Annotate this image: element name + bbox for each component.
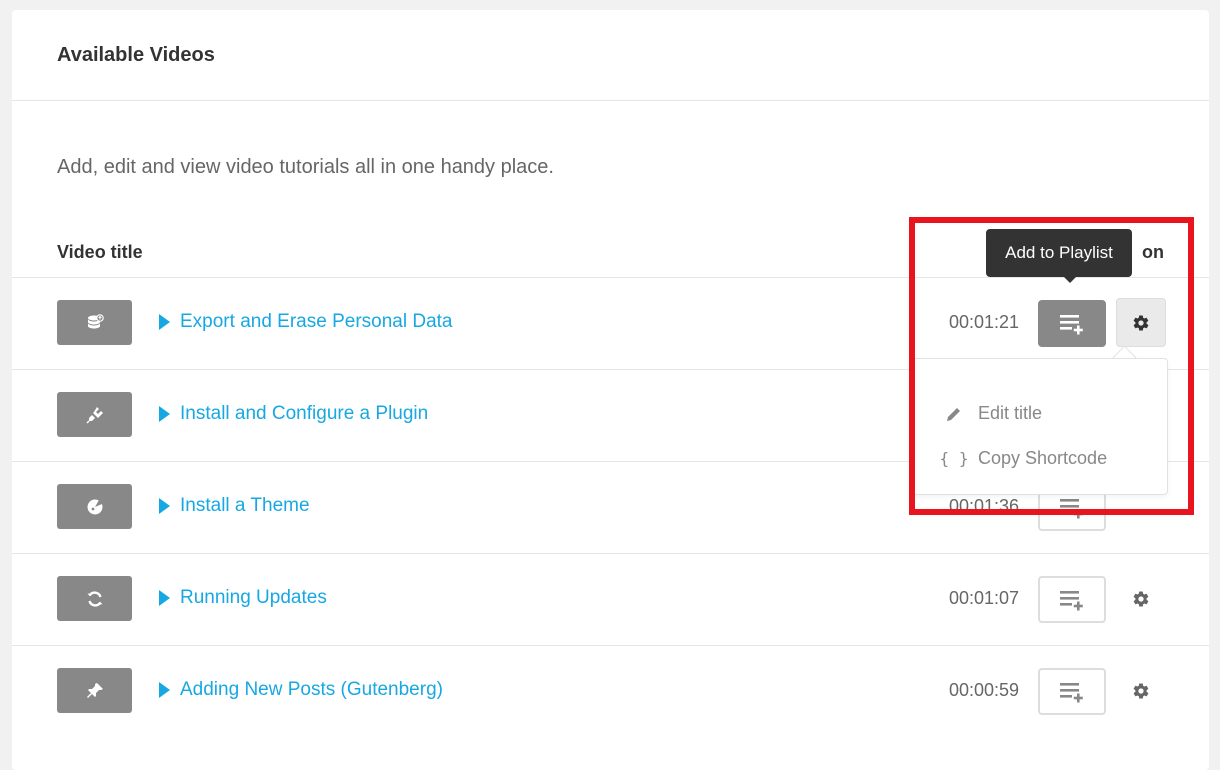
video-duration: 00:01:36: [949, 496, 1020, 516]
video-title-link[interactable]: Export and Erase Personal Data: [180, 311, 453, 333]
video-title-link[interactable]: Install a Theme: [180, 495, 310, 517]
panel-header: Available Videos: [12, 10, 1209, 101]
add-to-playlist-tooltip: Add to Playlist: [986, 229, 1132, 277]
table-row: Running Updates 00:01:07: [12, 553, 1209, 645]
video-thumbnail: [57, 668, 132, 713]
video-title-link[interactable]: Adding New Posts (Gutenberg): [180, 679, 443, 701]
play-icon[interactable]: [159, 682, 170, 698]
database-export-icon: [87, 313, 104, 328]
settings-gear-button[interactable]: [1116, 574, 1166, 623]
menu-item-label: Copy Shortcode: [978, 448, 1108, 468]
pencil-icon: [944, 405, 964, 423]
video-options-dropdown: Edit title { } Copy Shortcode: [912, 358, 1168, 495]
menu-item-copy-shortcode[interactable]: { } Copy Shortcode: [939, 448, 1108, 469]
pin-icon: [86, 682, 103, 698]
gear-icon: [1133, 683, 1149, 699]
settings-gear-button[interactable]: [1116, 666, 1166, 715]
video-thumbnail: [57, 300, 132, 345]
column-header-video-title: Video title: [57, 242, 143, 262]
playlist-add-icon: [1060, 314, 1083, 334]
play-icon[interactable]: [159, 314, 170, 330]
video-duration: 00:01:21: [949, 312, 1020, 332]
table-row: Adding New Posts (Gutenberg) 00:00:59: [12, 645, 1209, 737]
settings-gear-button[interactable]: [1116, 298, 1166, 347]
play-icon[interactable]: [159, 498, 170, 514]
video-title-link[interactable]: Install and Configure a Plugin: [180, 403, 428, 425]
gear-icon: [1133, 591, 1149, 607]
menu-item-label: Edit title: [978, 403, 1043, 423]
tooltip-arrow: [1064, 277, 1076, 283]
plugin-icon: [85, 406, 103, 424]
playlist-add-icon: [1060, 498, 1083, 518]
theme-palette-icon: [87, 499, 102, 514]
braces-icon: { }: [939, 449, 969, 468]
column-header-action: on: [1142, 242, 1164, 262]
add-to-playlist-button[interactable]: [1038, 668, 1106, 715]
video-list: Export and Erase Personal Data 00:01:21 …: [12, 277, 1209, 737]
play-icon[interactable]: [159, 406, 170, 422]
add-to-playlist-button[interactable]: [1038, 576, 1106, 623]
video-thumbnail: [57, 576, 132, 621]
playlist-add-icon: [1060, 682, 1083, 702]
table-row: Export and Erase Personal Data 00:01:21: [12, 277, 1209, 369]
video-thumbnail: [57, 484, 132, 529]
video-title-link[interactable]: Running Updates: [180, 587, 327, 609]
panel-title: Available Videos: [57, 43, 215, 66]
gear-icon: [1133, 314, 1149, 331]
add-to-playlist-button[interactable]: [1038, 300, 1106, 347]
refresh-icon: [87, 590, 102, 607]
playlist-add-icon: [1060, 590, 1083, 610]
play-icon[interactable]: [159, 590, 170, 606]
panel-description: Add, edit and view video tutorials all i…: [57, 156, 554, 178]
video-thumbnail: [57, 392, 132, 437]
video-duration: 00:01:07: [949, 588, 1020, 608]
video-duration: 00:00:59: [949, 680, 1020, 700]
menu-item-edit-title[interactable]: Edit title: [944, 403, 1042, 424]
